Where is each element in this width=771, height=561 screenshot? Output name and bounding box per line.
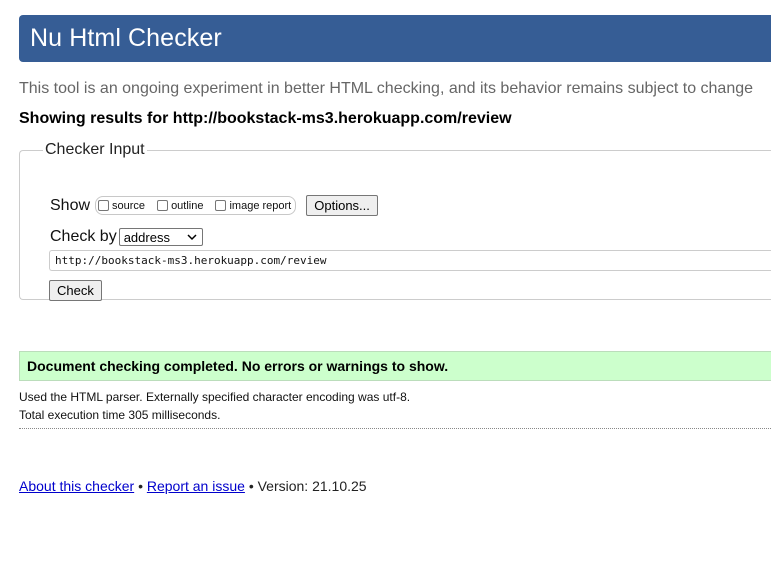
source-checkbox[interactable] [98,200,110,211]
outline-option[interactable]: outline [157,200,203,212]
show-label: Show [50,196,91,214]
show-row: Show source outline image report Options… [50,195,378,216]
outline-checkbox[interactable] [157,200,169,211]
page-header: Nu Html Checker [19,15,771,62]
checker-input-fieldset: Checker Input Show source outline image … [19,141,771,301]
image-report-option[interactable]: image report [215,200,291,212]
footer: About this checker • Report an issue • V… [19,478,367,494]
showing-results-heading: Showing results for http://bookstack-ms3… [19,110,512,127]
check-by-select[interactable]: address [118,228,203,246]
intro-text: This tool is an ongoing experiment in be… [19,80,754,97]
options-button[interactable]: Options... [306,195,378,216]
check-by-row: Check by address [50,228,203,246]
result-details: Used the HTML parser. Externally specifi… [19,388,410,424]
check-button[interactable]: Check [49,280,102,301]
footer-separator: • [248,478,254,494]
success-message: Document checking completed. No errors o… [19,351,771,381]
checker-input-legend: Checker Input [45,141,145,158]
version-text: Version: 21.10.25 [257,478,367,494]
page-title: Nu Html Checker [30,24,222,52]
check-by-selected-value: address [123,229,170,245]
url-input[interactable]: http://bookstack-ms3.herokuapp.com/revie… [49,250,771,271]
source-option[interactable]: source [98,200,145,212]
check-by-label: Check by [50,228,117,245]
image-report-checkbox-label[interactable]: image report [229,200,291,212]
about-checker-link[interactable]: About this checker [19,478,134,494]
outline-checkbox-label[interactable]: outline [171,200,203,212]
divider [19,428,771,429]
chevron-down-icon [187,234,197,241]
parser-note: Used the HTML parser. Externally specifi… [19,390,411,404]
report-issue-link[interactable]: Report an issue [147,478,245,494]
image-report-checkbox[interactable] [215,200,227,211]
source-checkbox-label[interactable]: source [112,200,145,212]
execution-time: Total execution time 305 milliseconds. [19,408,221,422]
footer-separator: • [138,478,143,494]
show-options-group: source outline image report [95,196,297,215]
